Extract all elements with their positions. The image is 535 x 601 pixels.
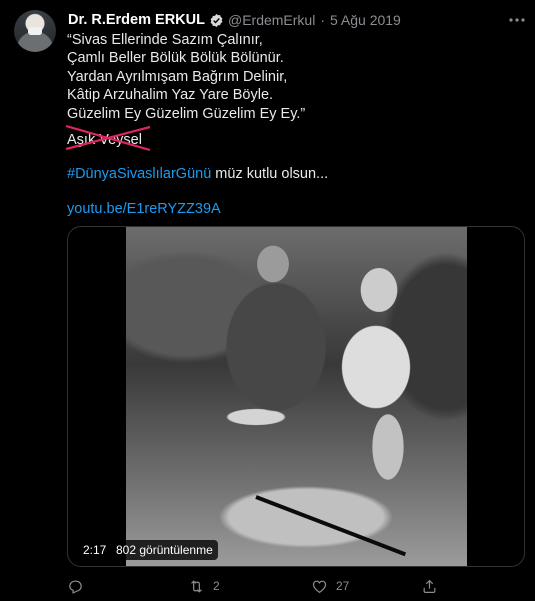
- avatar-mask: [28, 27, 42, 35]
- youtube-link[interactable]: youtu.be/E1reRYZZ39A: [67, 201, 221, 217]
- video-detail: [255, 495, 407, 557]
- hashtag-suffix: müz kutlu olsun...: [211, 166, 329, 182]
- strike-through-mark: [65, 124, 151, 152]
- hashtag-link[interactable]: #DünyaSivaslılarGünü: [67, 166, 211, 182]
- tweet[interactable]: Dr. R.Erdem ERKUL @ErdemErkul · 5 Ağu 20…: [0, 0, 535, 601]
- heart-icon: [312, 580, 327, 593]
- share-button[interactable]: [421, 576, 438, 596]
- separator-dot: ·: [320, 12, 325, 28]
- retweet-icon: [191, 579, 202, 593]
- poem-line: Güzelim Ey Güzelim Güzelim Ey Ey.”: [67, 105, 306, 122]
- like-count: 27: [336, 579, 350, 593]
- tweet-actions: 2 27: [67, 576, 436, 596]
- poem-line: Yardan Ayrılmışam Bağrım Delinir,: [67, 68, 288, 85]
- share-icon: [423, 579, 436, 593]
- author-handle[interactable]: @ErdemErkul: [228, 12, 315, 28]
- video-frame[interactable]: [126, 227, 467, 566]
- retweet-button[interactable]: 2: [188, 576, 220, 596]
- more-icon[interactable]: [507, 12, 527, 28]
- video-player[interactable]: 2:17 802 görüntülenme: [67, 226, 525, 567]
- like-button[interactable]: 27: [311, 576, 349, 596]
- retweet-count: 2: [213, 579, 220, 593]
- hashtag-line: #DünyaSivaslılarGünü müz kutlu olsun...: [67, 166, 328, 182]
- author-name[interactable]: Dr. R.Erdem ERKUL: [68, 12, 205, 28]
- tweet-text: “Sivas Ellerinde Sazım Çalınır, Çamlı Be…: [67, 31, 507, 123]
- tweet-header: Dr. R.Erdem ERKUL @ErdemErkul · 5 Ağu 20…: [68, 11, 401, 29]
- avatar[interactable]: [14, 10, 56, 52]
- poem-line: “Sivas Ellerinde Sazım Çalınır,: [67, 32, 263, 48]
- verified-badge-icon: [210, 13, 223, 27]
- tweet-date[interactable]: 5 Ağu 2019: [330, 12, 401, 28]
- poem-line: Çamlı Beller Bölük Bölük Bölünür.: [67, 50, 284, 67]
- reply-button[interactable]: [67, 576, 92, 596]
- video-duration: 2:17: [78, 540, 112, 560]
- reply-icon: [69, 580, 82, 594]
- poem-line: Kâtip Arzuhalim Yaz Yare Böyle.: [67, 87, 274, 104]
- video-views: 802 görüntülenme: [111, 540, 218, 560]
